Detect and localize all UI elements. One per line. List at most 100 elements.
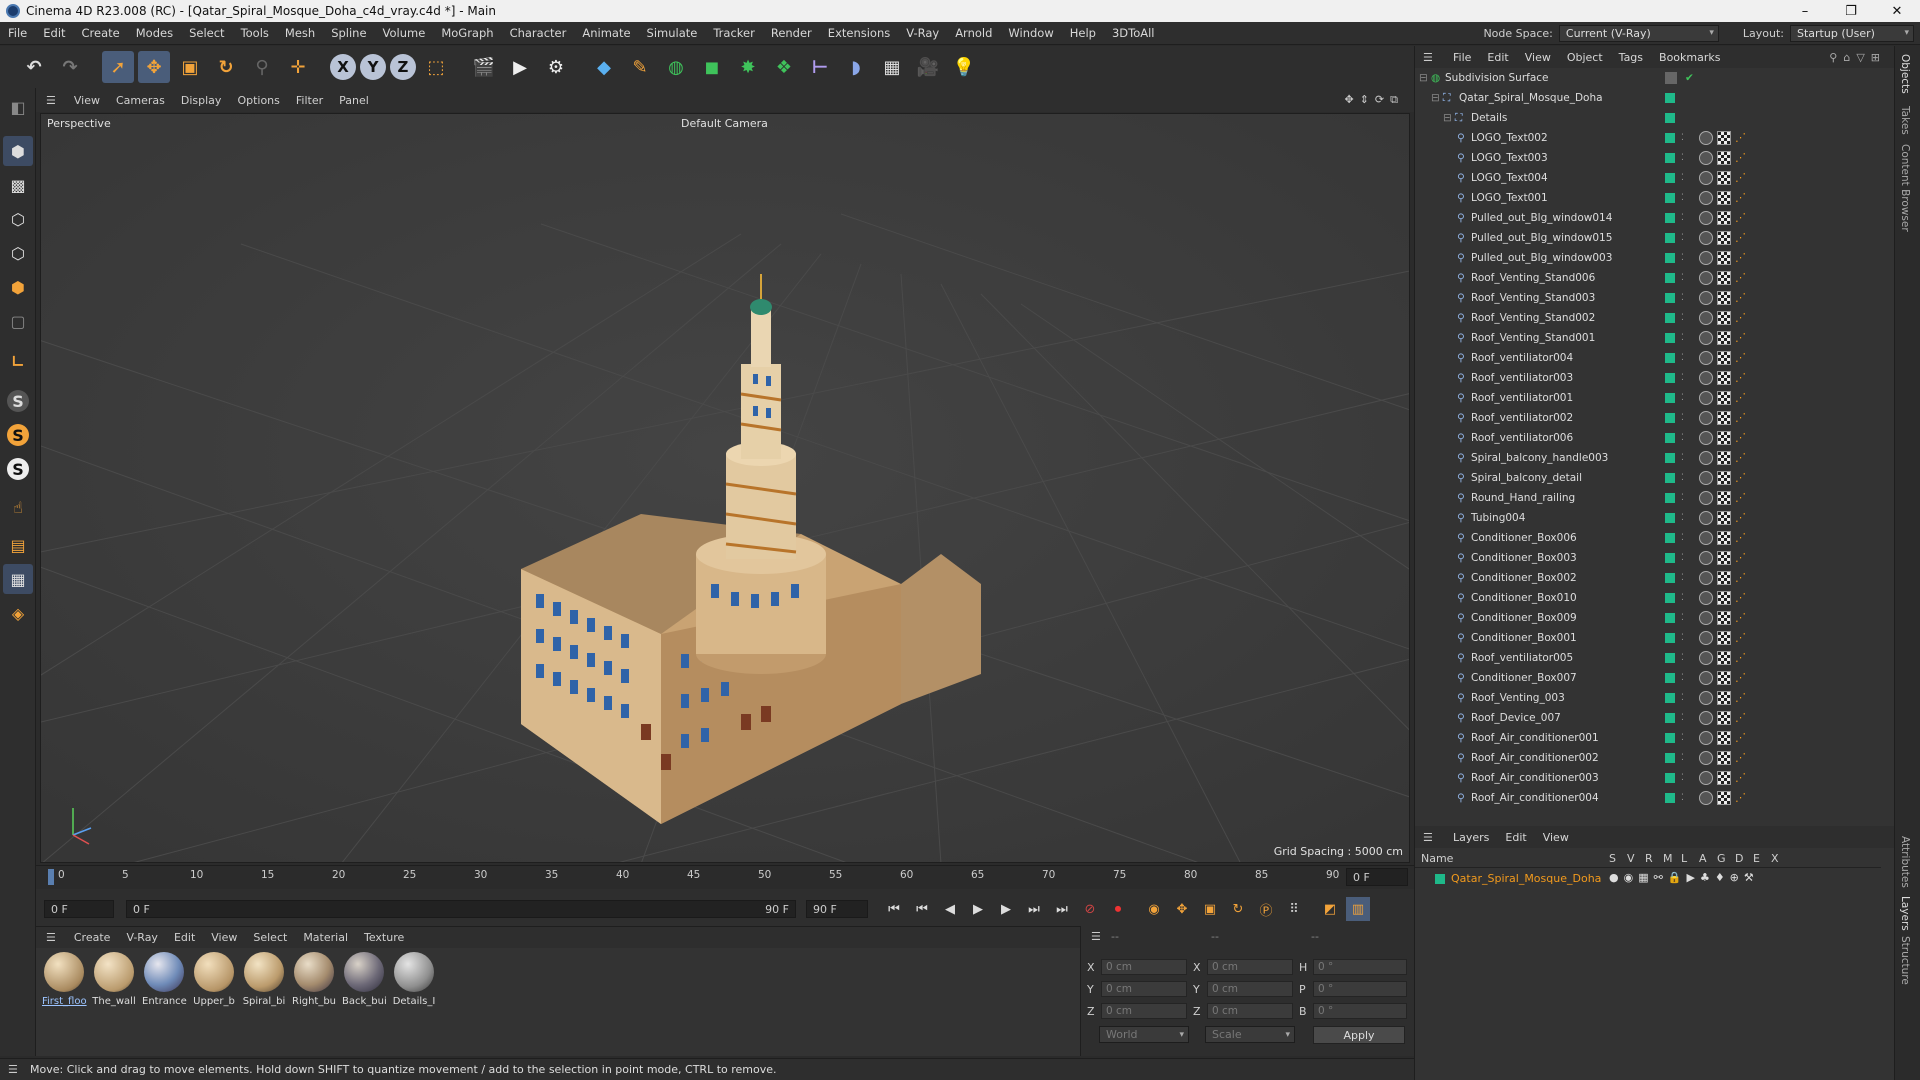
visibility-dots-icon[interactable]: ⁚ xyxy=(1681,193,1684,203)
layer-color-tag[interactable] xyxy=(1665,773,1675,783)
object-row[interactable]: ⚲ Roof_Venting_003 ⁚ ⋰ xyxy=(1415,688,1881,708)
object-row[interactable]: ⚲ Roof_ventiliator004 ⁚ ⋰ xyxy=(1415,348,1881,368)
tab-layers[interactable]: Layers xyxy=(1899,896,1911,931)
start-frame-field[interactable]: 0 F xyxy=(44,900,114,918)
maximize-button[interactable]: ❐ xyxy=(1828,4,1874,19)
material-tag-icon[interactable]: ⋰ xyxy=(1735,532,1747,544)
menu-extensions[interactable]: Extensions xyxy=(820,26,898,40)
material-swatch[interactable]: First_floo xyxy=(42,952,87,1007)
menu-character[interactable]: Character xyxy=(502,26,575,40)
texture-tag-icon[interactable] xyxy=(1717,431,1731,445)
rotation-b-field[interactable]: 0 ° xyxy=(1313,1003,1407,1019)
material-tag-icon[interactable]: ⋰ xyxy=(1735,472,1747,484)
material-tag-icon[interactable]: ⋰ xyxy=(1735,372,1747,384)
layer-color-tag[interactable] xyxy=(1665,533,1675,543)
object-row[interactable]: ⚲ Roof_Air_conditioner003 ⁚ ⋰ xyxy=(1415,768,1881,788)
layer-color-tag[interactable] xyxy=(1665,333,1675,343)
material-tag-icon[interactable]: ⋰ xyxy=(1735,712,1747,724)
phong-tag-icon[interactable] xyxy=(1699,171,1713,185)
phong-tag-icon[interactable] xyxy=(1699,391,1713,405)
go-to-start-icon[interactable]: ⏮ xyxy=(882,897,906,921)
scene-object-icon[interactable]: ◗ xyxy=(840,51,872,83)
layer-menu-layers[interactable]: Layers xyxy=(1445,831,1497,844)
apply-button[interactable]: Apply xyxy=(1313,1026,1405,1044)
object-row[interactable]: ⚲ Roof_Venting_Stand002 ⁚ ⋰ xyxy=(1415,308,1881,328)
transform-tool-icon[interactable]: ✛ xyxy=(282,51,314,83)
material-tag-icon[interactable]: ⋰ xyxy=(1735,452,1747,464)
snap-icon[interactable]: S xyxy=(3,386,33,416)
material-swatch[interactable]: The_wall xyxy=(92,952,136,1007)
phong-tag-icon[interactable] xyxy=(1699,211,1713,225)
object-row[interactable]: ⚲ Roof_ventiliator002 ⁚ ⋰ xyxy=(1415,408,1881,428)
live-selection-icon[interactable]: ➚ xyxy=(102,51,134,83)
layer-color-tag[interactable] xyxy=(1665,653,1675,663)
material-tag-icon[interactable]: ⋰ xyxy=(1735,332,1747,344)
tab-objects[interactable]: Objects xyxy=(1899,54,1911,94)
material-swatch[interactable]: Back_bui xyxy=(342,952,387,1007)
texture-tag-icon[interactable] xyxy=(1717,751,1731,765)
material-swatch[interactable]: Details_I xyxy=(392,952,436,1007)
object-row[interactable]: ⚲ Conditioner_Box010 ⁚ ⋰ xyxy=(1415,588,1881,608)
frame-range-slider[interactable]: 0 F 90 F xyxy=(126,900,796,918)
polygons-mode-icon[interactable]: ⬢ xyxy=(3,272,33,302)
record-keys-icon[interactable]: ⊘ xyxy=(1078,897,1102,921)
visibility-dots-icon[interactable]: ⁚ xyxy=(1681,393,1684,403)
layer-color-tag[interactable] xyxy=(1665,173,1675,183)
texture-tag-icon[interactable] xyxy=(1717,391,1731,405)
visibility-dots-icon[interactable]: ⁚ xyxy=(1681,553,1684,563)
phong-tag-icon[interactable] xyxy=(1699,271,1713,285)
material-tag-icon[interactable]: ⋰ xyxy=(1735,252,1747,264)
phong-tag-icon[interactable] xyxy=(1699,151,1713,165)
phong-tag-icon[interactable] xyxy=(1699,531,1713,545)
layer-color-tag[interactable] xyxy=(1665,133,1675,143)
layer-color-tag[interactable] xyxy=(1665,193,1675,203)
workplane-snap-icon[interactable]: S xyxy=(3,454,33,484)
visibility-dots-icon[interactable]: ⁚ xyxy=(1681,633,1684,643)
obj-menu-tags[interactable]: Tags xyxy=(1611,51,1651,64)
viewport-menu-panel[interactable]: Panel xyxy=(331,94,377,107)
menu-volume[interactable]: Volume xyxy=(375,26,434,40)
material-tag-icon[interactable]: ⋰ xyxy=(1735,552,1747,564)
y-axis-lock-icon[interactable]: Y xyxy=(360,54,386,80)
coordinate-system-icon[interactable]: ⬚ xyxy=(420,51,452,83)
key-scale-icon[interactable]: ▣ xyxy=(1198,897,1222,921)
visibility-dots-icon[interactable]: ⁚ xyxy=(1681,673,1684,683)
extrude-generator-icon[interactable]: ◼ xyxy=(696,51,728,83)
visibility-toggle[interactable] xyxy=(1665,72,1677,84)
phong-tag-icon[interactable] xyxy=(1699,591,1713,605)
dope-sheet-icon[interactable]: ▥ xyxy=(1346,897,1370,921)
mosque-model[interactable] xyxy=(41,114,1410,863)
texture-tag-icon[interactable] xyxy=(1717,511,1731,525)
layer-color-tag[interactable] xyxy=(1665,793,1675,803)
enabled-check-icon[interactable]: ✔ xyxy=(1685,72,1694,84)
hamburger-icon[interactable]: ☰ xyxy=(1423,831,1433,844)
rotate-icon[interactable]: ↻ xyxy=(210,51,242,83)
texture-tag-icon[interactable] xyxy=(1717,371,1731,385)
subdivision-generator-icon[interactable]: ◍ xyxy=(660,51,692,83)
phong-tag-icon[interactable] xyxy=(1699,191,1713,205)
menu-tracker[interactable]: Tracker xyxy=(705,26,763,40)
object-row[interactable]: ⚲ LOGO_Text004 ⁚ ⋰ xyxy=(1415,168,1881,188)
size-x-field[interactable]: 0 cm xyxy=(1207,959,1293,975)
menu-arnold[interactable]: Arnold xyxy=(947,26,1000,40)
layer-color-tag[interactable] xyxy=(1665,633,1675,643)
floor-icon[interactable]: ▦ xyxy=(876,51,908,83)
layer-color-tag[interactable] xyxy=(1665,573,1675,583)
obj-menu-edit[interactable]: Edit xyxy=(1479,51,1516,64)
object-row[interactable]: ⚲ Spiral_balcony_detail ⁚ ⋰ xyxy=(1415,468,1881,488)
mat-menu-view[interactable]: View xyxy=(203,931,245,944)
visibility-dots-icon[interactable]: ⁚ xyxy=(1681,453,1684,463)
menu-mograph[interactable]: MoGraph xyxy=(433,26,501,40)
layer-color-tag[interactable] xyxy=(1665,613,1675,623)
texture-tag-icon[interactable] xyxy=(1717,231,1731,245)
material-tag-icon[interactable]: ⋰ xyxy=(1735,152,1747,164)
visibility-dots-icon[interactable]: ⁚ xyxy=(1681,513,1684,523)
obj-menu-object[interactable]: Object xyxy=(1559,51,1611,64)
layer-row[interactable]: Qatar_Spiral_Mosque_Doha ●◉▦⚯🔒▶♣♦⊕⚒ xyxy=(1415,870,1881,888)
phong-tag-icon[interactable] xyxy=(1699,371,1713,385)
key-selection-icon[interactable]: ◉ xyxy=(1142,897,1166,921)
phong-tag-icon[interactable] xyxy=(1699,651,1713,665)
phong-tag-icon[interactable] xyxy=(1699,351,1713,365)
phong-tag-icon[interactable] xyxy=(1699,411,1713,425)
mat-menu-texture[interactable]: Texture xyxy=(356,931,412,944)
